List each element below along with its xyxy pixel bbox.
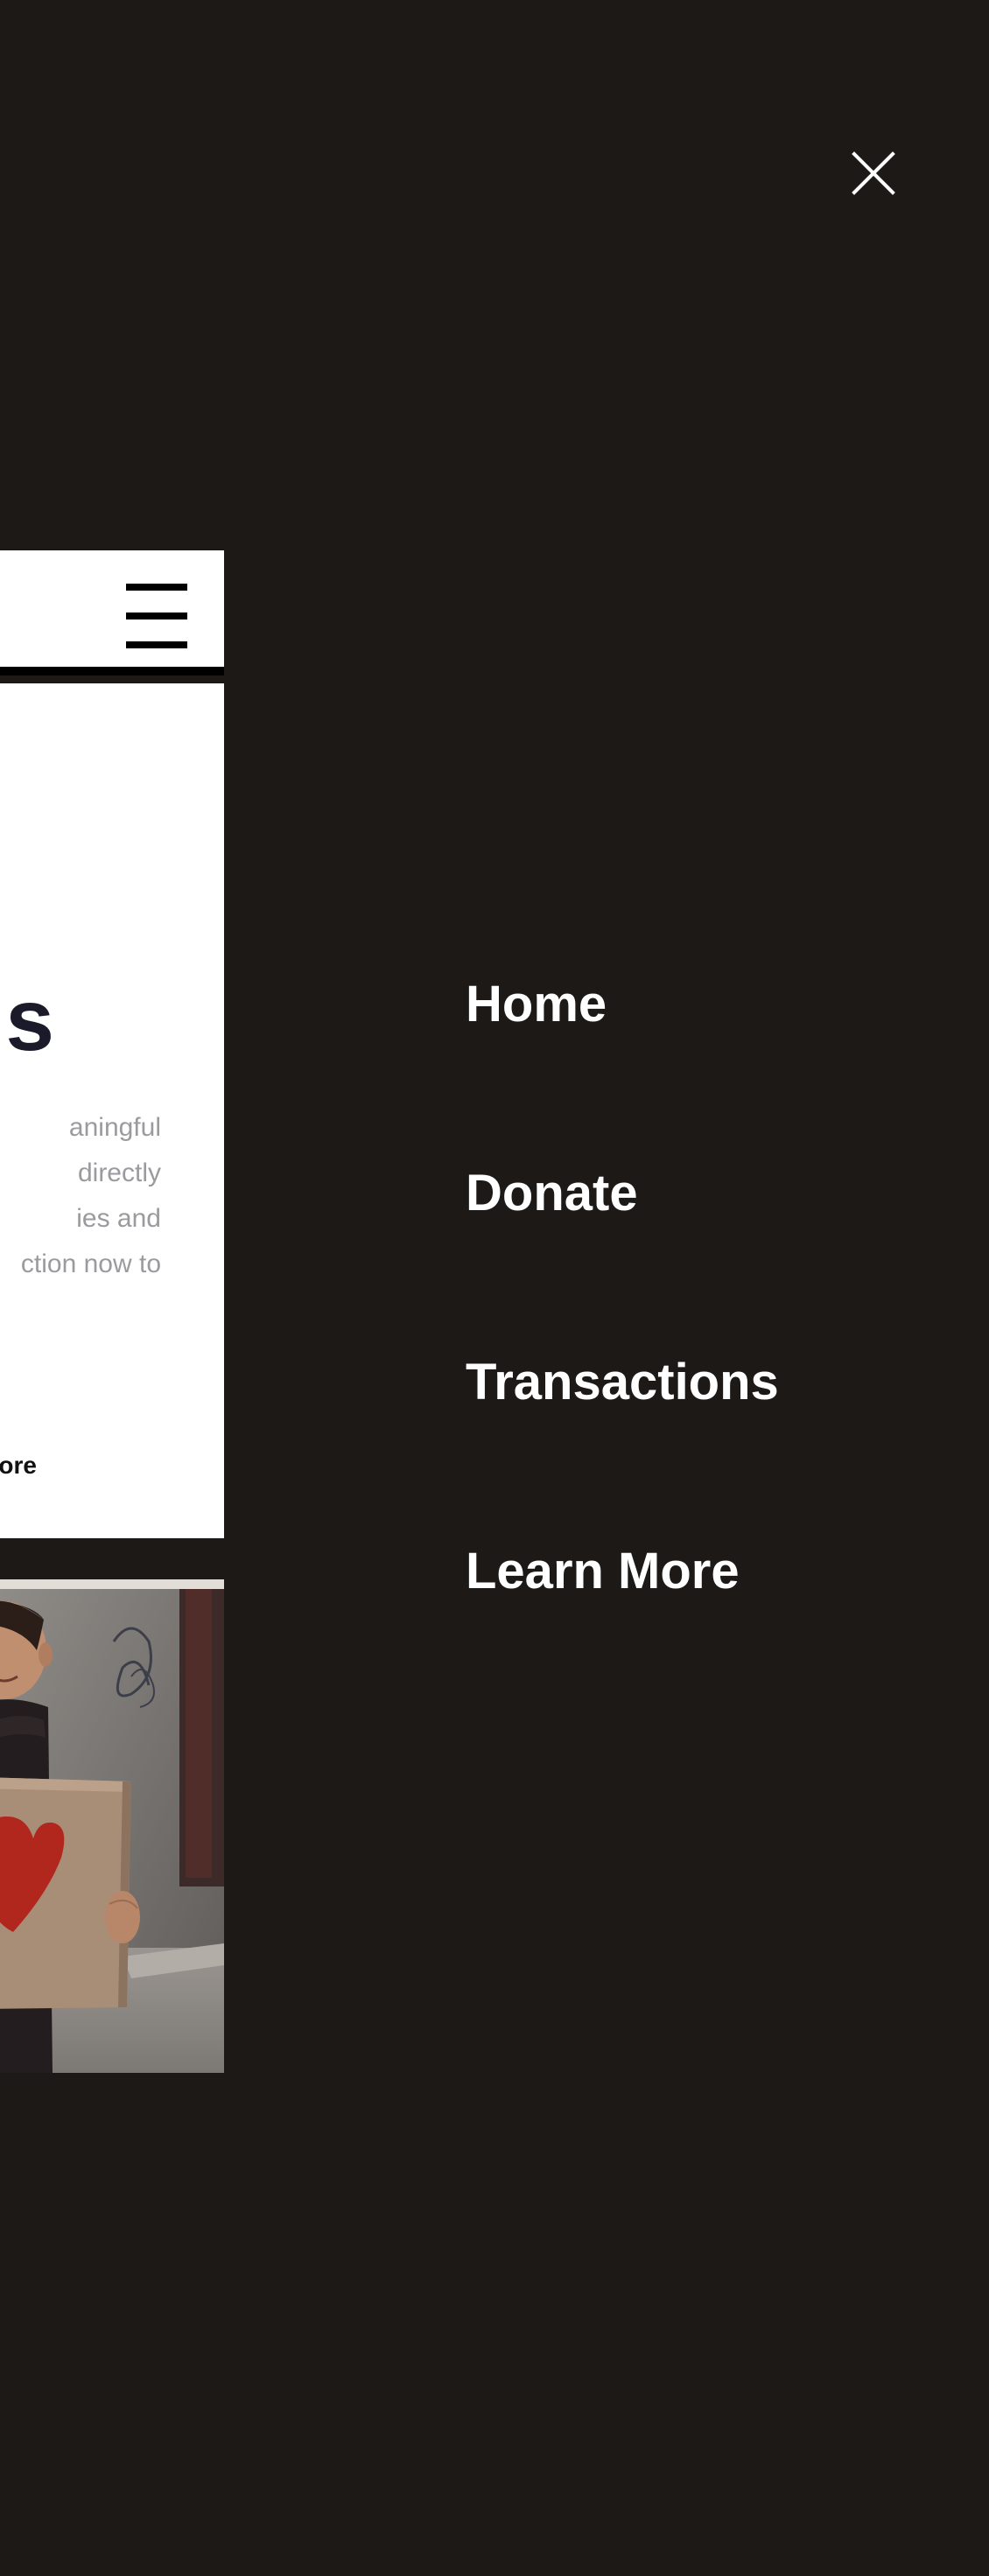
hero-description-line: ies and (76, 1204, 161, 1233)
menu-item-donate[interactable]: Donate (466, 1163, 638, 1224)
hero-title: s (5, 971, 54, 1069)
menu-item-learn-more[interactable]: Learn More (466, 1541, 740, 1602)
menu-item-transactions[interactable]: Transactions (466, 1352, 779, 1413)
child-with-heart-sign-image (0, 1589, 224, 2073)
page-header (0, 550, 224, 676)
hero-description-line: directly (77, 1158, 161, 1187)
hamburger-line (126, 641, 187, 648)
hamburger-line (126, 584, 187, 591)
hamburger-line (126, 612, 187, 620)
hero-section: s aningful directly ies and ction now to… (0, 683, 224, 1538)
close-icon (852, 151, 895, 195)
hero-description-line: aningful (68, 1113, 161, 1142)
hero-description-line: ction now to (20, 1250, 161, 1278)
learn-more-link[interactable]: ore (0, 1451, 37, 1480)
hero-image (0, 1579, 224, 2073)
menu-item-home[interactable]: Home (466, 974, 607, 1035)
background-page: s aningful directly ies and ction now to… (0, 550, 224, 2073)
hamburger-menu-icon[interactable] (126, 584, 187, 648)
hero-description: aningful directly ies and ction now to (0, 1105, 161, 1287)
close-menu-button[interactable] (847, 147, 900, 200)
